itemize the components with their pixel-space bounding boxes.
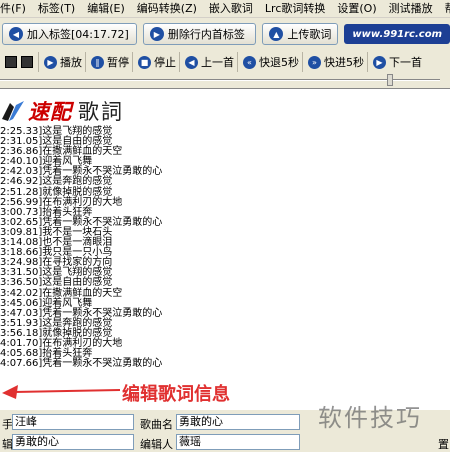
editor-label: 编辑人 (140, 438, 173, 451)
editor-field[interactable]: 薇瑶 (176, 434, 300, 450)
pause-icon: ‖ (91, 55, 104, 69)
prev-icon: ◀ (185, 55, 198, 69)
pause-button[interactable]: ‖ 暂停 (88, 52, 133, 72)
menu-item[interactable]: 嵌入歌词 (203, 0, 259, 17)
forward-label: 快进5秒 (324, 56, 364, 69)
slider-track (0, 79, 440, 81)
rewind-icon: « (243, 55, 256, 69)
arrow-left-icon: ◀ (9, 27, 23, 41)
save-as-icon[interactable] (21, 56, 33, 68)
file-buttons (0, 52, 39, 72)
menu-item[interactable]: 编码转换(Z) (131, 0, 203, 17)
rewind-button[interactable]: « 快退5秒 (240, 52, 303, 72)
play-icon: ▶ (44, 55, 57, 69)
stop-button[interactable]: ■ 停止 (135, 52, 180, 72)
next-button[interactable]: ▶ 下一首 (370, 52, 425, 72)
forward-button[interactable]: » 快进5秒 (305, 52, 368, 72)
singer-field[interactable]: 汪峰 (12, 414, 134, 430)
menu-item[interactable]: Lrc歌词转换 (259, 0, 331, 17)
playback-slider[interactable] (0, 74, 450, 86)
play-button[interactable]: ▶ 播放 (41, 52, 86, 72)
prev-button[interactable]: ◀ 上一首 (182, 52, 238, 72)
lyric-line[interactable]: 4:07.66]凭着一颗永不哭泣勇敢的心 (0, 359, 450, 369)
lyric-list: 2:25.33]这是飞翔的感觉 2:31.05]这是自由的感觉 2:36.86]在撒… (0, 126, 450, 369)
site-link[interactable]: www.991rc.com (344, 24, 450, 44)
delete-tag-label: 删除行内首标签 (167, 28, 245, 41)
menu-item[interactable]: 帮助 (439, 0, 450, 17)
swoosh-icon (2, 101, 24, 121)
arrow-annotation-icon (2, 385, 121, 399)
pause-label: 暂停 (107, 56, 129, 69)
app-logo: 速配 歌詞 (0, 93, 210, 129)
delete-tag-button[interactable]: ▶ 删除行内首标签 (142, 23, 257, 45)
next-label: 下一首 (389, 56, 422, 69)
arrow-up-icon: ▲ (269, 27, 284, 41)
lyrics-editor[interactable]: 速配 歌詞 2:25.33]这是飞翔的感觉 2:31.05]这是自由的感觉 2:36… (0, 88, 450, 410)
save-icon[interactable] (5, 56, 17, 68)
menu-bar: 件(F) 标签(T) 编辑(E) 编码转换(Z) 嵌入歌词 Lrc歌词转换 设置(O) 测试播… (0, 0, 450, 18)
rewind-label: 快退5秒 (259, 56, 299, 69)
toolbar-playback: ▶ 播放 ‖ 暂停 ■ 停止 ◀ 上一首 « 快退5秒 » 快进5秒 ▶ 下一首 (0, 51, 450, 73)
menu-item[interactable]: 件(F) (0, 0, 32, 17)
slider-thumb[interactable] (387, 74, 393, 86)
menu-item[interactable]: 设置(O) (331, 0, 382, 17)
menu-item[interactable]: 标签(T) (32, 0, 81, 17)
annotation-label: 编辑歌词信息 (122, 384, 230, 405)
arrow-right-icon: ▶ (149, 27, 164, 41)
stop-icon: ■ (138, 55, 151, 69)
upload-label: 上传歌词 (287, 28, 332, 41)
add-tag-button[interactable]: ◀ 加入标签[04:17.72] (2, 23, 137, 45)
menu-item[interactable]: 测试播放 (383, 0, 439, 17)
next-icon: ▶ (373, 55, 386, 69)
watermark: 软件技巧 (318, 404, 422, 432)
lyric-line[interactable]: 3:36.50]这是自由的感觉 (0, 278, 450, 288)
menu-item[interactable]: 编辑(E) (81, 0, 131, 17)
song-title-field[interactable]: 勇敢的心 (176, 414, 300, 430)
prev-label: 上一首 (201, 56, 234, 69)
album-field[interactable]: 勇敢的心 (12, 434, 134, 450)
toolbar-tags: ◀ 加入标签[04:17.72] ▶ 删除行内首标签 ▲ 上传歌词 www.99… (0, 20, 450, 48)
stop-label: 停止 (154, 56, 176, 69)
song-title-label: 歌曲名 (140, 418, 173, 431)
forward-icon: » (308, 55, 321, 69)
upload-button[interactable]: ▲ 上传歌词 (262, 23, 339, 45)
add-tag-label: 加入标签[04:17.72] (27, 28, 129, 41)
logo-main-text: 歌詞 (78, 100, 124, 124)
play-label: 播放 (60, 56, 82, 69)
logo-accent-text: 速配 (28, 99, 72, 124)
extra-label: 置 (438, 438, 449, 451)
